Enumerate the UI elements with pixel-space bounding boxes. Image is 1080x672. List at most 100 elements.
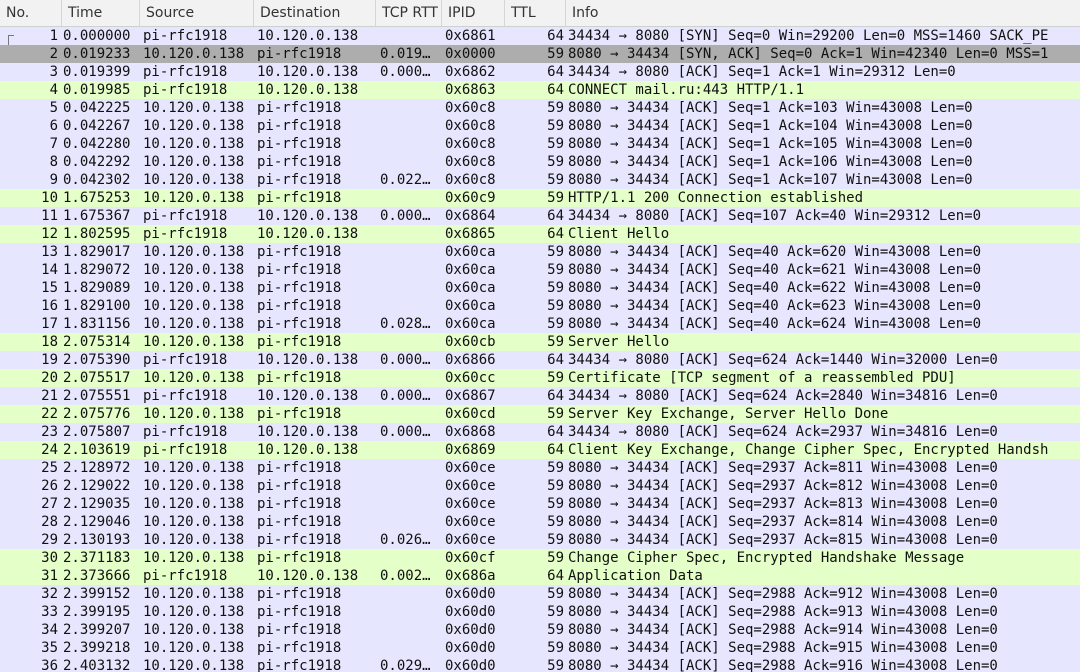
packet-row[interactable]: 4 0.019985 pi-rfc1918 10.120.0.138 0x6863 64 C…	[0, 81, 1080, 99]
packet-destination: pi-rfc1918	[257, 172, 342, 188]
packet-no: 19	[41, 352, 58, 368]
packet-row[interactable]: 6 0.042267 10.120.0.138 pi-rfc1918 0x60c8 59 8…	[0, 117, 1080, 135]
packet-row[interactable]: 20 2.075517 10.120.0.138 pi-rfc1918 0x60cc 59…	[0, 369, 1080, 387]
packet-row[interactable]: 1 0.000000 pi-rfc1918 10.120.0.138 0x6861 64 3…	[0, 27, 1080, 45]
packet-row[interactable]: 22 2.075776 10.120.0.138 pi-rfc1918 0x60cd 59…	[0, 405, 1080, 423]
packet-row[interactable]: 13 1.829017 10.120.0.138 pi-rfc1918 0x60ca 59…	[0, 243, 1080, 261]
packet-no: 25	[41, 460, 58, 476]
packet-no: 4	[49, 82, 58, 98]
packet-row[interactable]: 19 2.075390 pi-rfc1918 10.120.0.138 0.000… 0x…	[0, 351, 1080, 369]
packet-destination: pi-rfc1918	[257, 118, 342, 134]
packet-row[interactable]: 27 2.129035 10.120.0.138 pi-rfc1918 0x60ce 59…	[0, 495, 1080, 513]
packet-info: 8080 → 34434 [ACK] Seq=2937 Ack=814 Win=…	[568, 514, 998, 530]
packet-time: 0.042267	[63, 118, 131, 134]
packet-ipid: 0x6866	[445, 352, 496, 368]
packet-row[interactable]: 35 2.399218 10.120.0.138 pi-rfc1918 0x60d0 59…	[0, 639, 1080, 657]
packet-info: 34434 → 8080 [ACK] Seq=1 Ack=1 Win=29312…	[568, 64, 956, 80]
packet-time: 2.403132	[63, 658, 131, 672]
packet-time: 2.399207	[63, 622, 131, 638]
packet-ipid: 0x60ce	[445, 460, 496, 476]
packet-destination: pi-rfc1918	[257, 280, 342, 296]
packet-row[interactable]: 14 1.829072 10.120.0.138 pi-rfc1918 0x60ca 59…	[0, 261, 1080, 279]
packet-tcp-rtt	[376, 225, 442, 243]
packet-row[interactable]: 36 2.403132 10.120.0.138 pi-rfc1918 0.029… 0x…	[0, 657, 1080, 672]
packet-source: 10.120.0.138	[143, 370, 245, 386]
packet-source: 10.120.0.138	[143, 298, 245, 314]
packet-ttl: 59	[547, 190, 564, 206]
packet-info: 34434 → 8080 [ACK] Seq=624 Ack=2937 Win=…	[568, 424, 998, 440]
column-header-destination[interactable]: Destination	[254, 0, 376, 26]
packet-ttl: 64	[547, 208, 564, 224]
packet-row[interactable]: 21 2.075551 pi-rfc1918 10.120.0.138 0.000… 0x…	[0, 387, 1080, 405]
packet-row[interactable]: 32 2.399152 10.120.0.138 pi-rfc1918 0x60d0 59…	[0, 585, 1080, 603]
packet-row[interactable]: 28 2.129046 10.120.0.138 pi-rfc1918 0x60ce 59…	[0, 513, 1080, 531]
packet-source: 10.120.0.138	[143, 478, 245, 494]
packet-no: 23	[41, 424, 58, 440]
column-header-time[interactable]: Time	[62, 0, 140, 26]
column-header-source[interactable]: Source	[140, 0, 254, 26]
packet-no: 6	[49, 118, 58, 134]
packet-row[interactable]: 7 0.042280 10.120.0.138 pi-rfc1918 0x60c8 59 8…	[0, 135, 1080, 153]
column-header-no[interactable]: No.	[0, 0, 62, 26]
packet-ttl: 59	[547, 586, 564, 602]
packet-ipid: 0x6868	[445, 424, 496, 440]
packet-info: 34434 → 8080 [ACK] Seq=624 Ack=2840 Win=…	[568, 388, 998, 404]
packet-no: 17	[41, 316, 58, 332]
packet-tcp-rtt	[376, 603, 442, 621]
packet-destination: pi-rfc1918	[257, 190, 342, 206]
packet-source: 10.120.0.138	[143, 460, 245, 476]
packet-ipid: 0x6861	[445, 28, 496, 44]
packet-destination: 10.120.0.138	[257, 442, 359, 458]
packet-row[interactable]: 2 0.019233 10.120.0.138 pi-rfc1918 0.019… 0x0…	[0, 45, 1080, 63]
packet-row[interactable]: 24 2.103619 pi-rfc1918 10.120.0.138 0x6869 64…	[0, 441, 1080, 459]
column-header-ipid[interactable]: IPID	[442, 0, 505, 26]
packet-ttl: 59	[547, 640, 564, 656]
packet-ttl: 64	[547, 568, 564, 584]
packet-source: pi-rfc1918	[143, 226, 228, 242]
packet-no: 30	[41, 550, 58, 566]
packet-row[interactable]: 10 1.675253 10.120.0.138 pi-rfc1918 0x60c9 59…	[0, 189, 1080, 207]
packet-row[interactable]: 30 2.371183 10.120.0.138 pi-rfc1918 0x60cf 59…	[0, 549, 1080, 567]
packet-tcp-rtt	[376, 81, 442, 99]
packet-tcp-rtt: 0.000…	[380, 388, 431, 404]
packet-list[interactable]: No. Time Source Destination TCP RTT IPID…	[0, 0, 1080, 672]
packet-ttl: 59	[547, 244, 564, 260]
packet-destination: 10.120.0.138	[257, 424, 359, 440]
packet-row[interactable]: 16 1.829100 10.120.0.138 pi-rfc1918 0x60ca 59…	[0, 297, 1080, 315]
packet-destination: pi-rfc1918	[257, 496, 342, 512]
packet-time: 2.075807	[63, 424, 131, 440]
column-header-ttl[interactable]: TTL	[505, 0, 566, 26]
column-header-info[interactable]: Info	[566, 0, 1080, 26]
packet-row[interactable]: 31 2.373666 pi-rfc1918 10.120.0.138 0.002… 0x…	[0, 567, 1080, 585]
packet-row[interactable]: 25 2.128972 10.120.0.138 pi-rfc1918 0x60ce 59…	[0, 459, 1080, 477]
packet-row[interactable]: 8 0.042292 10.120.0.138 pi-rfc1918 0x60c8 59 8…	[0, 153, 1080, 171]
packet-tcp-rtt	[376, 639, 442, 657]
packet-row[interactable]: 9 0.042302 10.120.0.138 pi-rfc1918 0.022… 0x6…	[0, 171, 1080, 189]
packet-time: 1.675367	[63, 208, 131, 224]
packet-row[interactable]: 34 2.399207 10.120.0.138 pi-rfc1918 0x60d0 59…	[0, 621, 1080, 639]
packet-source: pi-rfc1918	[143, 388, 228, 404]
packet-row[interactable]: 33 2.399195 10.120.0.138 pi-rfc1918 0x60d0 59…	[0, 603, 1080, 621]
packet-ipid: 0x60c8	[445, 172, 496, 188]
packet-row[interactable]: 12 1.802595 pi-rfc1918 10.120.0.138 0x6865 64…	[0, 225, 1080, 243]
packet-info: 8080 → 34434 [ACK] Seq=40 Ack=621 Win=43…	[568, 262, 982, 278]
packet-no: 3	[49, 64, 58, 80]
packet-row[interactable]: 3 0.019399 pi-rfc1918 10.120.0.138 0.000… 0x6…	[0, 63, 1080, 81]
packet-row[interactable]: 17 1.831156 10.120.0.138 pi-rfc1918 0.028… 0x…	[0, 315, 1080, 333]
packet-tcp-rtt: 0.002…	[380, 568, 431, 584]
packet-no: 13	[41, 244, 58, 260]
packet-ttl: 59	[547, 154, 564, 170]
column-header-tcp-rtt[interactable]: TCP RTT	[376, 0, 442, 26]
packet-row[interactable]: 18 2.075314 10.120.0.138 pi-rfc1918 0x60cb 59…	[0, 333, 1080, 351]
packet-info: 8080 → 34434 [ACK] Seq=2988 Ack=916 Win=…	[568, 658, 998, 672]
packet-row[interactable]: 29 2.130193 10.120.0.138 pi-rfc1918 0.026… 0x…	[0, 531, 1080, 549]
packet-ipid: 0x60cb	[445, 334, 496, 350]
packet-ipid: 0x60ca	[445, 244, 496, 260]
packet-row[interactable]: 26 2.129022 10.120.0.138 pi-rfc1918 0x60ce 59…	[0, 477, 1080, 495]
packet-row[interactable]: 5 0.042225 10.120.0.138 pi-rfc1918 0x60c8 59 8…	[0, 99, 1080, 117]
packet-row[interactable]: 23 2.075807 pi-rfc1918 10.120.0.138 0.000… 0x…	[0, 423, 1080, 441]
packet-info: Server Key Exchange, Server Hello Done	[568, 406, 889, 422]
packet-ttl: 59	[547, 334, 564, 350]
packet-row[interactable]: 15 1.829089 10.120.0.138 pi-rfc1918 0x60ca 59…	[0, 279, 1080, 297]
packet-row[interactable]: 11 1.675367 pi-rfc1918 10.120.0.138 0.000… 0x…	[0, 207, 1080, 225]
